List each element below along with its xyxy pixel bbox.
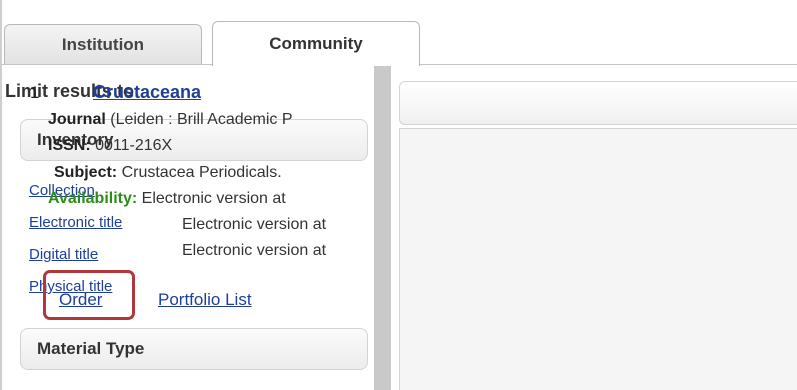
facet-material-type-title: Material Type bbox=[37, 339, 145, 358]
availability-line-3: Electronic version at bbox=[182, 242, 327, 259]
result-issn-line: ISSN: 0011-216X bbox=[48, 137, 172, 155]
tab-bar: Institution Community bbox=[2, 0, 797, 67]
panel-splitter[interactable] bbox=[374, 66, 391, 390]
tab-community[interactable]: Community bbox=[212, 21, 420, 66]
result-item bbox=[399, 128, 797, 390]
tab-institution[interactable]: Institution bbox=[4, 24, 202, 65]
order-link[interactable]: Order bbox=[59, 290, 102, 310]
result-title-link[interactable]: Crustaceana bbox=[93, 82, 201, 103]
subject-value: Crustacea Periodicals. bbox=[117, 164, 282, 181]
issn-label: ISSN: bbox=[48, 137, 91, 154]
facet-header-material-type[interactable]: Material Type bbox=[20, 328, 368, 370]
result-subject-line: Subject: Crustacea Periodicals. bbox=[54, 164, 282, 182]
tab-community-label: Community bbox=[269, 34, 363, 53]
result-number: 1 bbox=[30, 83, 40, 102]
journal-label: Journal bbox=[48, 111, 106, 128]
availability-label: Availability: bbox=[48, 190, 138, 207]
results-panel bbox=[391, 66, 797, 390]
tab-institution-label: Institution bbox=[61, 35, 145, 54]
portfolio-list-link[interactable]: Portfolio List bbox=[158, 290, 252, 310]
result-journal-line: Journal (Leiden : Brill Academic P bbox=[48, 111, 293, 129]
facet-link-electronic-title[interactable]: Electronic title bbox=[29, 215, 122, 247]
app-frame: Institution Community Limit results to: … bbox=[0, 0, 797, 390]
availability-line-1: Electronic version at bbox=[141, 190, 286, 207]
subject-label: Subject: bbox=[54, 164, 118, 181]
journal-publisher: (Leiden : Brill Academic P bbox=[105, 111, 293, 128]
result-availability-line: Availability: Electronic version at bbox=[48, 190, 286, 208]
results-toolbar bbox=[399, 81, 797, 125]
issn-value: 0011-216X bbox=[90, 137, 173, 154]
availability-line-2: Electronic version at bbox=[182, 216, 327, 233]
